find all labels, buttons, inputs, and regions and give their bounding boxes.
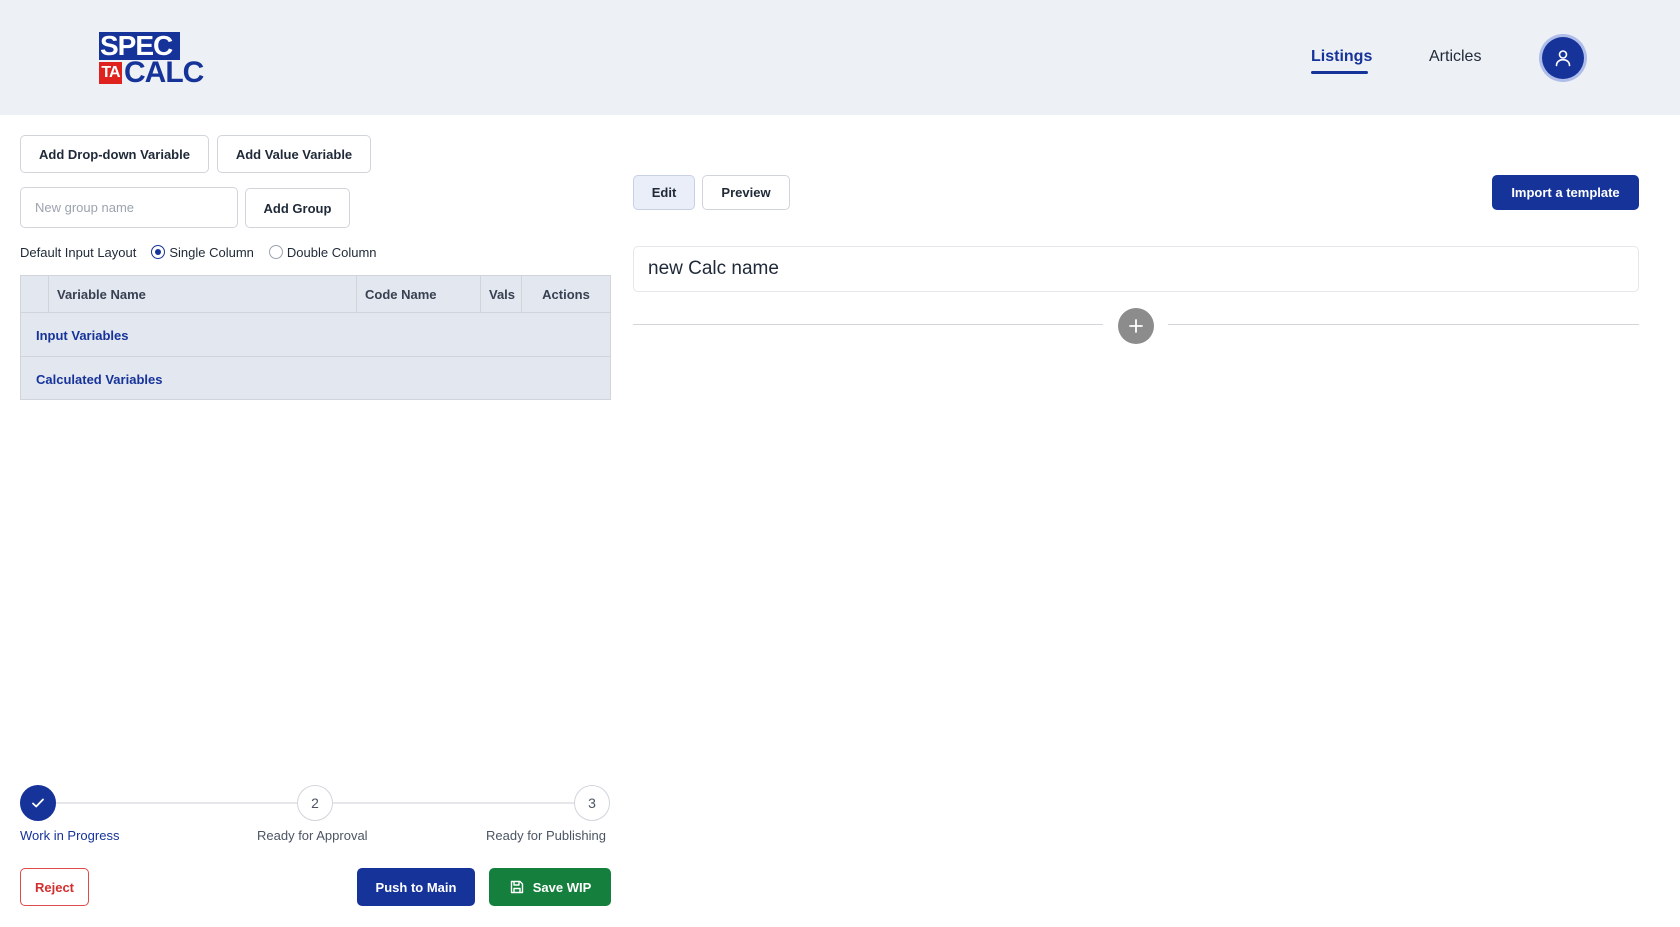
step-3-label: Ready for Publishing: [486, 828, 606, 843]
logo-calc-text: CALC: [124, 56, 204, 89]
step-1-indicator: [20, 785, 56, 821]
stepper-connector-2: [333, 802, 574, 804]
col-header-vals: Vals: [481, 276, 522, 313]
layout-option-single[interactable]: Single Column: [151, 245, 254, 260]
save-wip-label: Save WIP: [532, 879, 592, 895]
layout-option-single-label: Single Column: [169, 244, 254, 260]
step-1-label: Work in Progress: [20, 828, 120, 843]
layout-option-double-label: Double Column: [286, 244, 377, 260]
nav-active-indicator: [1311, 71, 1368, 74]
preview-mode-button[interactable]: Preview: [702, 175, 790, 210]
stepper-connector-1: [56, 802, 297, 804]
group-row-input-variables[interactable]: Input Variables: [21, 314, 610, 357]
save-icon: [510, 880, 523, 894]
col-header-variable-name: Variable Name: [49, 276, 357, 313]
logo-ta-badge: TA: [99, 62, 122, 84]
edit-mode-button[interactable]: Edit: [633, 175, 695, 210]
add-section-button[interactable]: [1118, 308, 1154, 344]
section-divider-left: [633, 324, 1103, 325]
plus-icon: [1129, 319, 1143, 333]
add-group-button[interactable]: Add Group: [245, 188, 350, 228]
reject-button[interactable]: Reject: [20, 868, 89, 906]
import-template-button[interactable]: Import a template: [1492, 175, 1639, 210]
calc-name-field[interactable]: new Calc name: [633, 246, 1639, 292]
radio-single-column[interactable]: [151, 245, 166, 259]
step-3-indicator: 3: [574, 785, 610, 821]
add-value-variable-button[interactable]: Add Value Variable: [217, 135, 371, 173]
col-header-code-name: Code Name: [357, 276, 481, 313]
nav-listings[interactable]: Listings: [1311, 48, 1372, 66]
user-avatar-button[interactable]: [1542, 37, 1584, 79]
save-wip-button[interactable]: Save WIP: [489, 868, 611, 906]
group-name-input[interactable]: [20, 187, 238, 228]
section-divider-right: [1168, 324, 1639, 325]
table-header: Variable Name Code Name Vals Actions: [21, 276, 610, 313]
push-to-main-button[interactable]: Push to Main: [357, 868, 475, 906]
step-2-label: Ready for Approval: [257, 828, 368, 843]
speccalc-logo[interactable]: SPEC TA CALC: [99, 32, 204, 88]
col-header-handle: [21, 276, 49, 313]
check-icon: [32, 798, 44, 808]
user-icon: [1555, 50, 1571, 67]
add-dropdown-variable-button[interactable]: Add Drop-down Variable: [20, 135, 209, 173]
variables-table: Variable Name Code Name Vals Actions Inp…: [20, 275, 611, 400]
layout-label: Default Input Layout: [20, 244, 137, 260]
app-header: SPEC TA CALC Listings Articles: [0, 0, 1680, 115]
step-2-indicator: 2: [297, 785, 333, 821]
default-layout-setting: Default Input Layout Single Column Doubl…: [20, 243, 377, 261]
layout-option-double[interactable]: Double Column: [268, 244, 377, 260]
radio-double-column[interactable]: [268, 245, 283, 259]
nav-articles[interactable]: Articles: [1429, 48, 1481, 66]
col-header-actions: Actions: [542, 287, 590, 302]
group-row-calculated-variables[interactable]: Calculated Variables: [21, 358, 610, 401]
